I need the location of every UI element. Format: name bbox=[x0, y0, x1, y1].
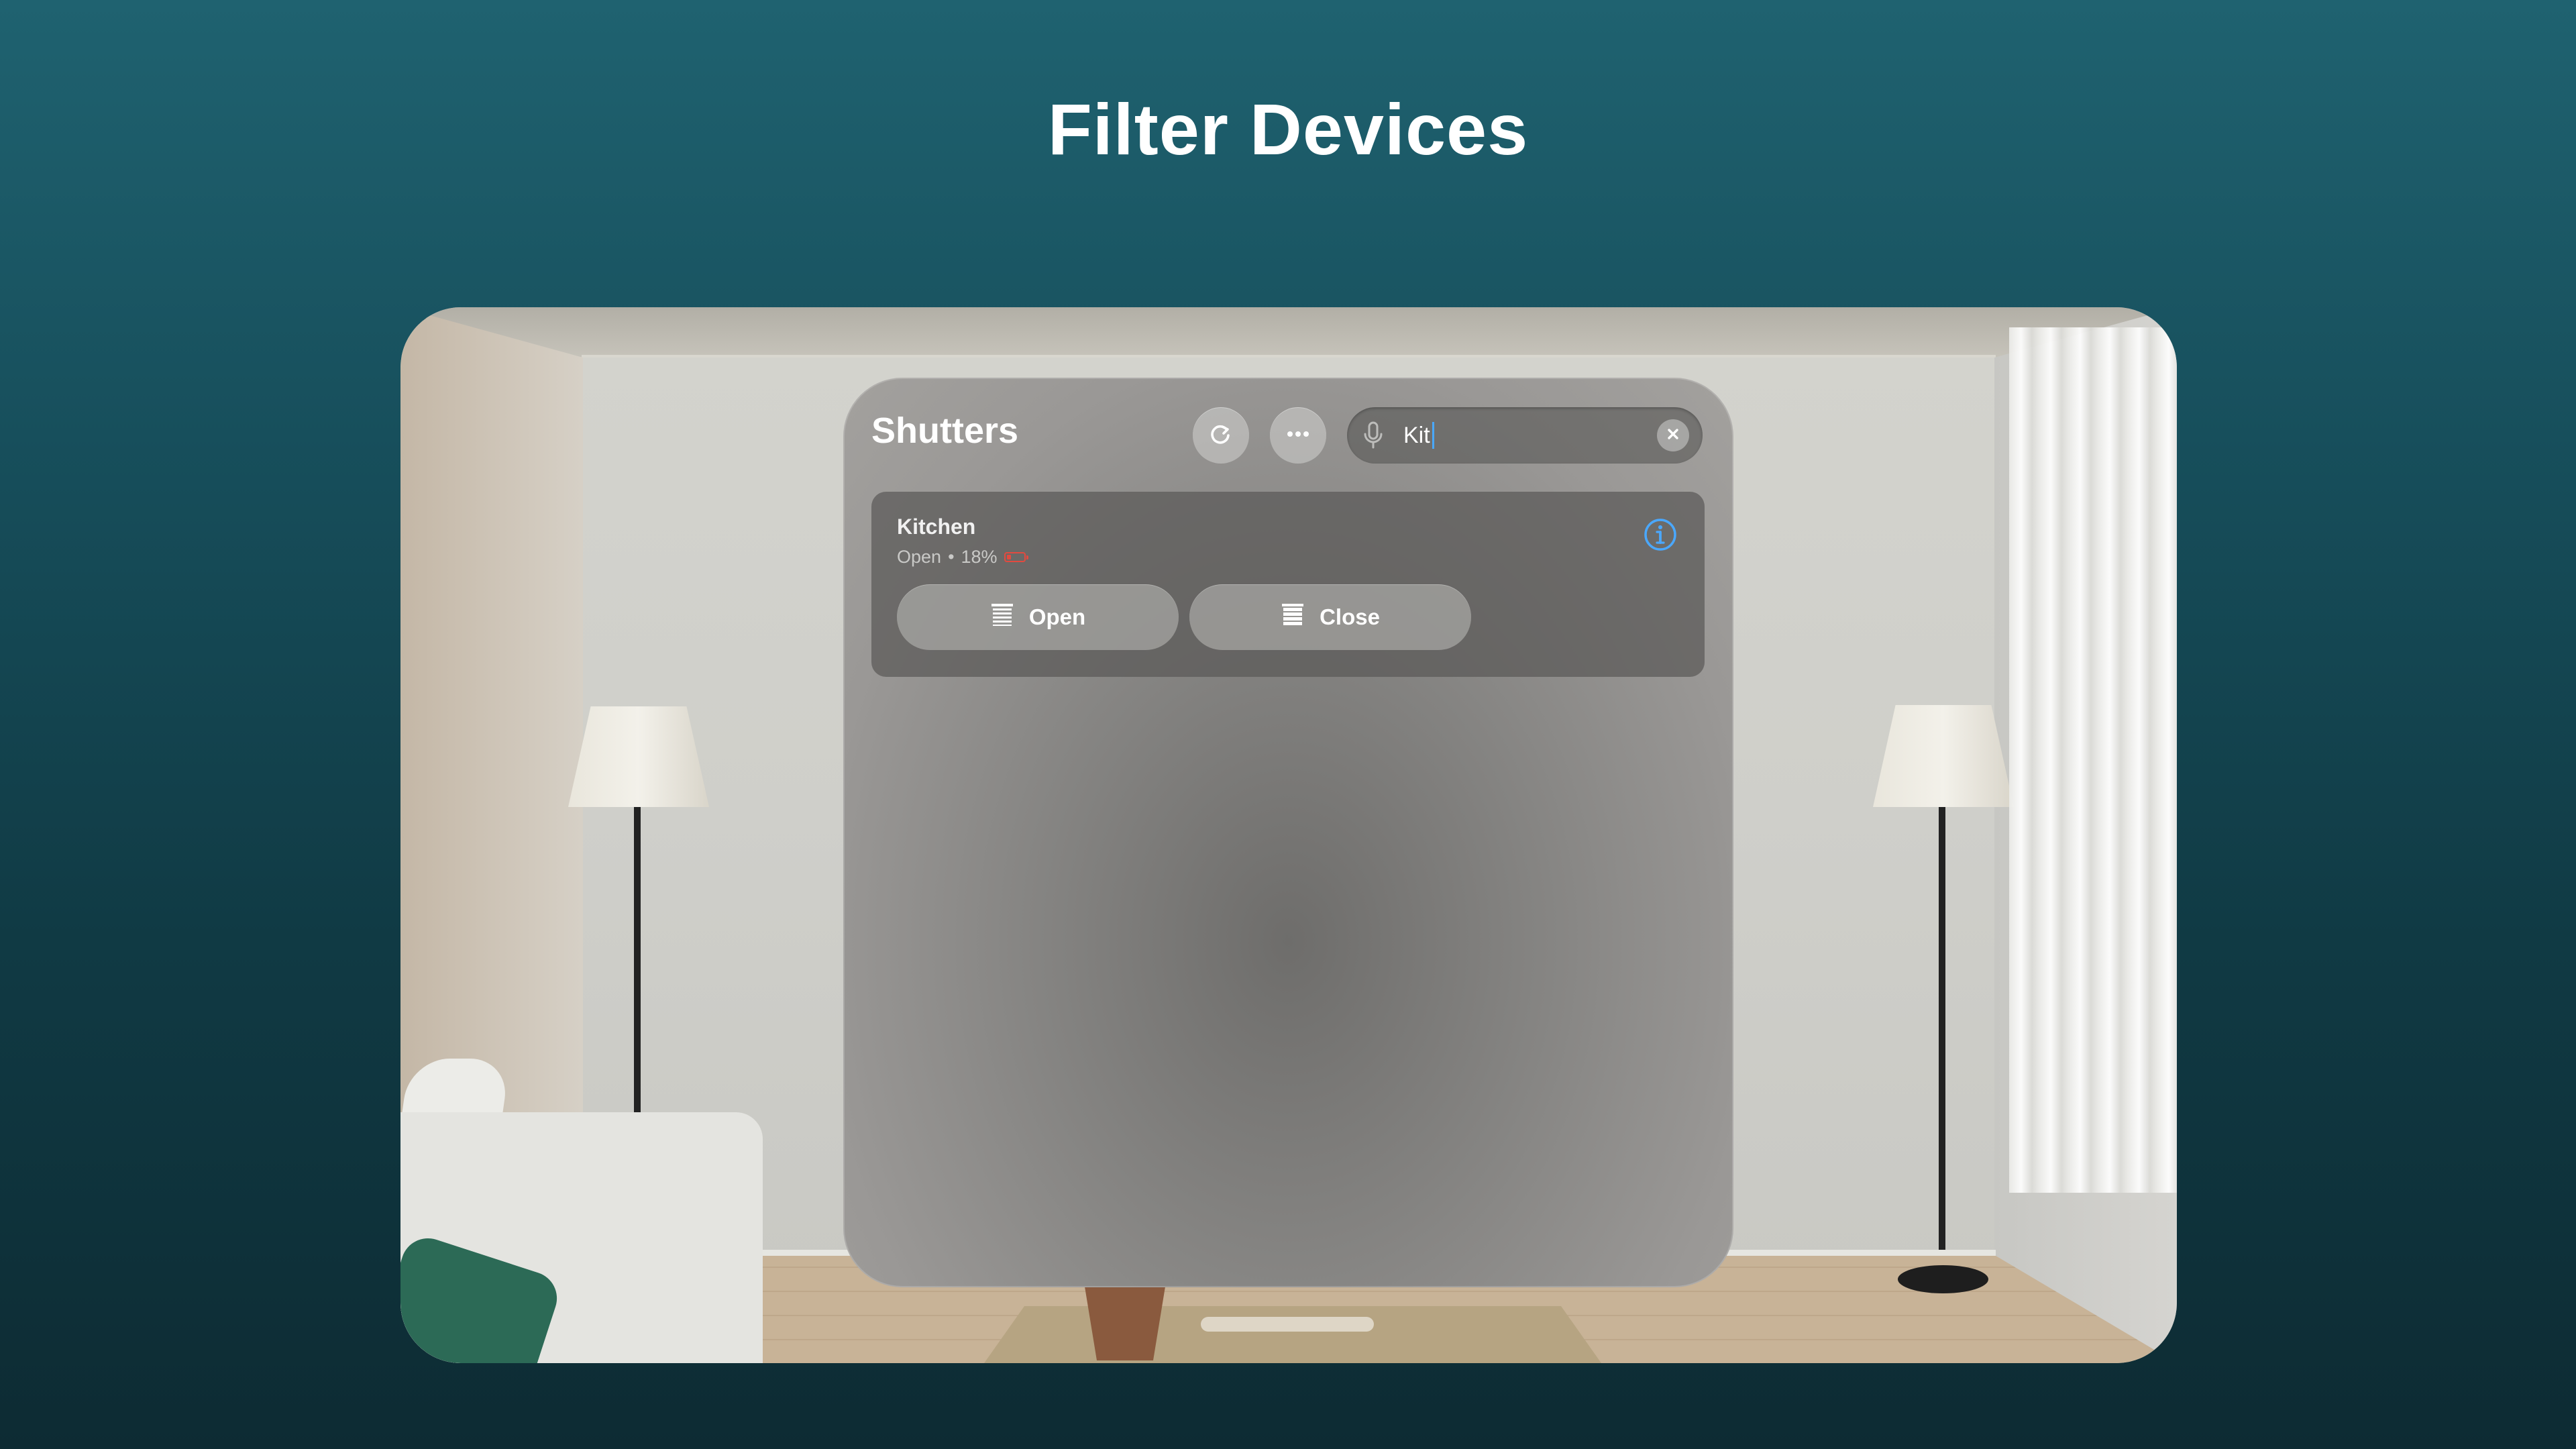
search-field[interactable]: Kit bbox=[1347, 407, 1703, 464]
close-button-label: Close bbox=[1320, 604, 1380, 629]
plant-pot bbox=[1085, 1287, 1165, 1360]
refresh-button[interactable] bbox=[1193, 407, 1249, 464]
search-input[interactable]: Kit bbox=[1403, 422, 1434, 449]
left-lamp-shade bbox=[568, 706, 709, 807]
open-shutter-button[interactable]: Open bbox=[897, 584, 1179, 650]
status-separator: • bbox=[948, 547, 955, 567]
device-card-kitchen[interactable]: Kitchen Open • 18% Open Close bbox=[871, 492, 1705, 677]
device-state: Open bbox=[897, 547, 942, 567]
window-title: Shutters bbox=[871, 411, 1019, 451]
arrow-clockwise-icon bbox=[1208, 421, 1234, 451]
device-status: Open • 18% bbox=[897, 547, 1028, 568]
microphone-icon[interactable] bbox=[1362, 421, 1385, 453]
battery-level: 18% bbox=[961, 547, 998, 567]
shutters-window: Shutters Kit Kitchen Open • 18% Open Clo… bbox=[843, 378, 1733, 1287]
rug bbox=[984, 1306, 1601, 1363]
right-lamp-shade bbox=[1873, 705, 2014, 807]
window-curtain bbox=[2009, 327, 2177, 1193]
info-circle-icon[interactable] bbox=[1643, 517, 1678, 555]
blinds-icon bbox=[990, 602, 1014, 632]
window-grabber-bar[interactable] bbox=[1201, 1317, 1374, 1332]
ceiling bbox=[400, 307, 2177, 359]
xmark-icon bbox=[1666, 427, 1680, 445]
right-lamp-pole bbox=[1939, 807, 1945, 1250]
clear-search-button[interactable] bbox=[1657, 419, 1689, 451]
device-name: Kitchen bbox=[897, 515, 976, 539]
blinds-closed-icon bbox=[1281, 602, 1305, 632]
more-button[interactable] bbox=[1270, 407, 1326, 464]
close-shutter-button[interactable]: Close bbox=[1189, 584, 1471, 650]
battery-low-icon bbox=[1004, 552, 1028, 562]
right-lamp-base bbox=[1898, 1265, 1988, 1293]
ellipsis-icon bbox=[1285, 429, 1311, 441]
page-headline: Filter Devices bbox=[1047, 89, 1529, 170]
open-button-label: Open bbox=[1028, 604, 1086, 629]
